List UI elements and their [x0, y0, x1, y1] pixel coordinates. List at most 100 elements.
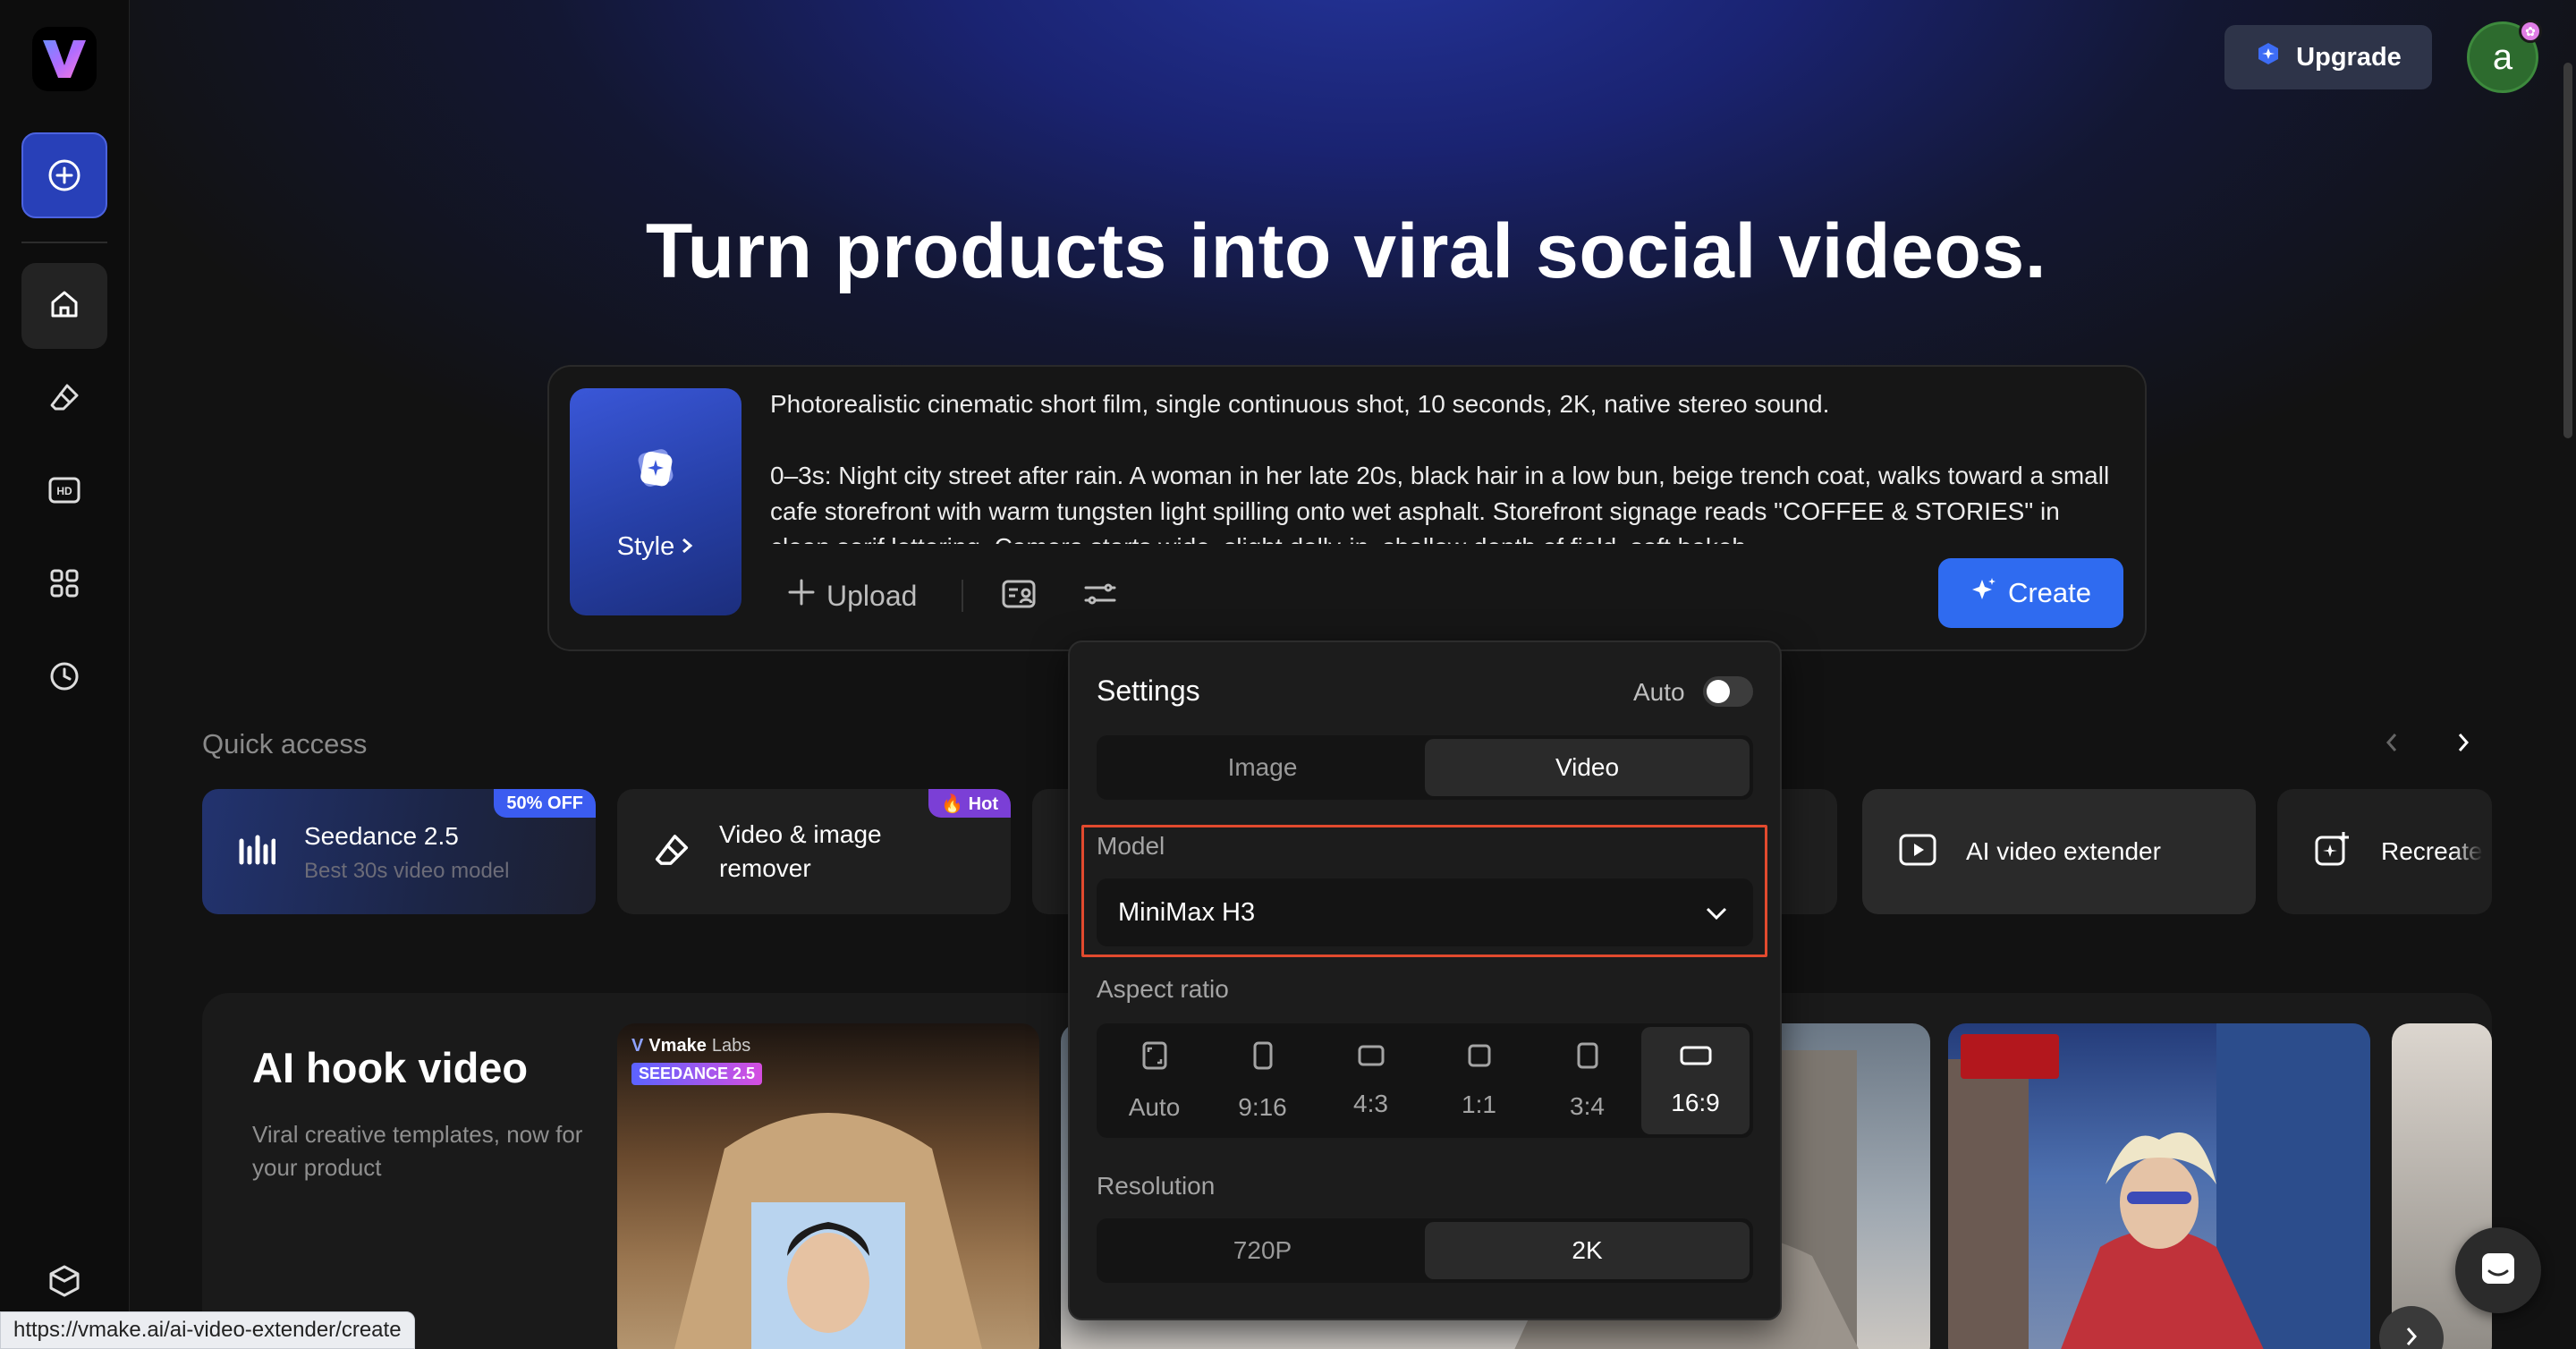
plus-icon [787, 578, 816, 614]
aspect-ratio-options: Auto 9:16 4:3 1:1 3:4 16:9 [1097, 1023, 1753, 1138]
resolution-label: Resolution [1097, 1172, 1216, 1200]
ratio-label: 4:3 [1353, 1089, 1388, 1117]
card-title: Video & image [719, 820, 882, 848]
svg-text:HD: HD [56, 485, 72, 497]
square-ratio-icon [1467, 1043, 1492, 1074]
status-url-bar: https://vmake.ai/ai-video-extender/creat… [0, 1311, 415, 1349]
quick-access-next-button[interactable] [2445, 726, 2481, 762]
resolution-720p[interactable]: 720P [1100, 1222, 1425, 1279]
card-title: Seedance 2.5 [304, 822, 459, 850]
chevron-down-icon [1705, 898, 1728, 928]
style-label-text: Style [616, 532, 675, 561]
thumbnail-brand-text: Vmake [648, 1036, 707, 1056]
ratio-option-3-4[interactable]: 3:4 [1533, 1027, 1641, 1134]
ratio-option-4-3[interactable]: 4:3 [1317, 1027, 1425, 1134]
new-project-button[interactable] [21, 132, 107, 218]
ratio-option-auto[interactable]: Auto [1100, 1027, 1208, 1134]
ratio-option-9-16[interactable]: 9:16 [1208, 1027, 1317, 1134]
audio-bars-icon [238, 832, 276, 872]
hot-badge: 🔥 Hot [928, 789, 1011, 818]
ratio-label: Auto [1128, 1092, 1181, 1121]
sidebar-item-history[interactable] [43, 657, 86, 700]
card-title: AI video extender [1966, 837, 2161, 865]
play-box-icon [1898, 832, 1937, 872]
resolution-2k[interactable]: 2K [1425, 1222, 1750, 1279]
model-select[interactable]: MiniMax H3 [1097, 878, 1753, 946]
thumbnail-brand-sub: Labs [711, 1036, 751, 1056]
style-icon [630, 442, 682, 498]
card-text: Video & image remover [719, 818, 882, 886]
sidebar-item-home[interactable] [21, 263, 107, 349]
discount-badge: 50% OFF [494, 789, 596, 818]
ratio-label: 1:1 [1462, 1090, 1496, 1118]
toolbar-divider [962, 580, 963, 612]
prompt-textarea[interactable]: Photorealistic cinematic short film, sin… [770, 386, 2112, 544]
upgrade-gem-icon [2255, 40, 2282, 74]
chevron-right-icon [2455, 731, 2471, 759]
sidebar-item-hd[interactable]: HD [43, 471, 86, 513]
ratio-label: 3:4 [1570, 1091, 1605, 1120]
thumbnail-brand: V Vmake Labs [631, 1036, 750, 1056]
quick-access-card-seedance[interactable]: Seedance 2.5 Best 30s video model 50% OF… [202, 789, 596, 914]
create-button[interactable]: Create [1938, 558, 2123, 628]
eraser-icon [48, 381, 80, 418]
auto-toggle[interactable] [1703, 676, 1753, 707]
hook-description: Viral creative templates, now for your p… [252, 1121, 583, 1181]
grid-icon [48, 567, 80, 604]
hook-title: AI hook video [252, 1044, 529, 1091]
template-thumbnail-1[interactable]: V Vmake Labs SEEDANCE 2.5 [617, 1023, 1039, 1349]
quick-access-card-remover[interactable]: Video & image remover 🔥 Hot [617, 789, 1011, 914]
sparkle-icon [1970, 576, 1997, 610]
tab-video[interactable]: Video [1425, 739, 1750, 796]
settings-title: Settings [1097, 674, 1200, 707]
chevron-right-icon [680, 532, 694, 562]
sidebar-item-apps[interactable] [43, 564, 86, 607]
reference-image-button[interactable] [997, 574, 1040, 617]
upgrade-label: Upgrade [2296, 42, 2402, 72]
tab-image[interactable]: Image [1100, 739, 1425, 796]
image-reference-icon [1002, 579, 1036, 614]
eraser-icon [653, 831, 691, 873]
vmake-logo[interactable] [32, 27, 97, 91]
page-scrollbar[interactable] [2563, 63, 2572, 438]
landscape-ratio-icon [1357, 1044, 1385, 1073]
style-selector-button[interactable]: Style [570, 388, 741, 615]
auto-ratio-icon [1141, 1040, 1168, 1077]
app-window: HD Upgrade a ✿ Turn products into viral … [0, 0, 2576, 1349]
template-thumbnail-3[interactable] [1948, 1023, 2370, 1349]
ratio-option-16-9[interactable]: 16:9 [1641, 1027, 1750, 1134]
resolution-options: 720P 2K [1097, 1218, 1753, 1283]
cube-icon [47, 1264, 81, 1302]
model-value: MiniMax H3 [1118, 897, 1256, 927]
notification-badge-icon: ✿ [2519, 20, 2542, 43]
ratio-label: 9:16 [1238, 1092, 1287, 1121]
upload-button[interactable]: Upload [787, 576, 917, 615]
home-icon [48, 288, 80, 325]
widescreen-ratio-icon [1679, 1044, 1713, 1073]
aspect-ratio-label: Aspect ratio [1097, 975, 1229, 1003]
portrait-ratio-icon [1576, 1041, 1599, 1076]
upgrade-button[interactable]: Upgrade [2224, 25, 2432, 89]
ratio-option-1-1[interactable]: 1:1 [1425, 1027, 1533, 1134]
settings-toggle-button[interactable] [1079, 574, 1122, 617]
quick-access-card-extender[interactable]: AI video extender [1862, 789, 2256, 914]
quick-access-title: Quick access [202, 728, 368, 759]
sliders-icon [1084, 581, 1116, 612]
quick-access-card-recreate[interactable]: Recreate [2277, 789, 2492, 914]
chat-support-button[interactable] [2455, 1227, 2541, 1313]
auto-label: Auto [1633, 678, 1685, 706]
hd-icon: HD [47, 474, 81, 511]
sidebar-item-workspace[interactable] [43, 1261, 86, 1304]
chat-icon [2479, 1250, 2518, 1292]
ratio-label: 16:9 [1671, 1089, 1720, 1116]
style-label: Style [617, 532, 694, 562]
sidebar-item-eraser[interactable] [43, 378, 86, 420]
quick-access-prev-button[interactable] [2374, 726, 2410, 762]
movie-poster-badge-icon [1961, 1034, 2059, 1079]
card-title: Recreate [2381, 837, 2483, 865]
chevron-right-icon [2404, 1326, 2419, 1349]
seedance-tag: SEEDANCE 2.5 [631, 1063, 763, 1085]
vmake-mini-logo-icon: V [631, 1036, 644, 1056]
card-text: Seedance 2.5 Best 30s video model [304, 819, 509, 884]
avatar-initial: a [2492, 37, 2513, 77]
